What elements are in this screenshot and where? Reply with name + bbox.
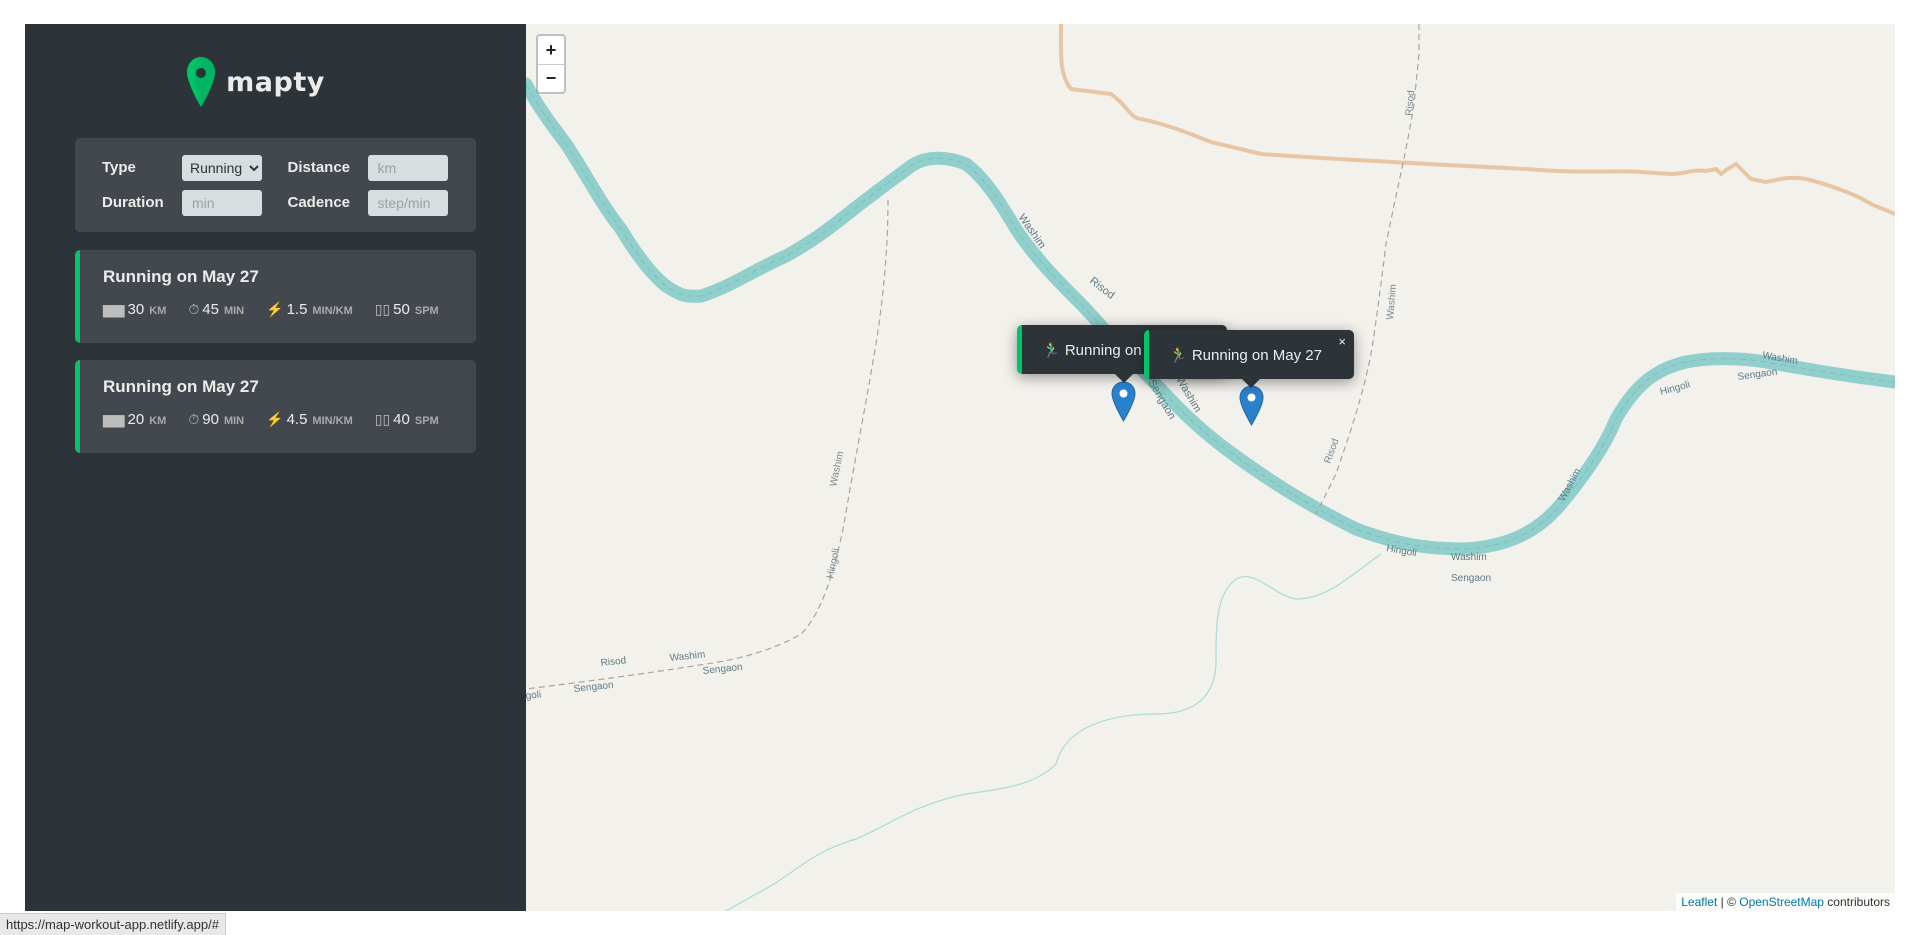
distance-value: 30 <box>127 301 145 318</box>
workout-card[interactable]: Running on May 27 ▆▆ 30 km ⏱ 45 min ⚡ 1.… <box>75 250 476 343</box>
workout-title: Running on May 27 <box>103 267 259 286</box>
cadence-unit: spm <box>414 415 439 427</box>
pace-value: 1.5 <box>286 301 308 318</box>
workout-card[interactable]: Running on May 27 ▆▆ 20 km ⏱ 90 min ⚡ 4.… <box>75 360 476 453</box>
type-select[interactable]: Running Cycling <box>182 154 262 181</box>
popup-text: 🏃‍♂️ Running on May 27 <box>1169 346 1322 364</box>
map-label-sengaon: Sengaon <box>1451 573 1491 584</box>
app-container: mapty Type Running Cycling Distance Dura… <box>25 24 1895 911</box>
map-label-risod: Risod <box>600 655 627 669</box>
duration-value: 90 <box>202 411 219 428</box>
lightning-icon: ⚡ <box>266 301 284 317</box>
highway-washim <box>526 77 1895 556</box>
cadence-unit: spm <box>414 305 439 317</box>
type-label: Type <box>102 159 136 176</box>
cadence-value: 40 <box>393 411 410 428</box>
map-label-hingoli: goli <box>526 689 542 702</box>
pace-value: 4.5 <box>286 411 308 428</box>
status-bar-url: https://map-workout-app.netlify.app/# <box>0 913 226 935</box>
workout-pace: ⚡ 1.5 min/km <box>266 301 353 318</box>
workout-popup[interactable]: 🏃‍♂️ Running on May 27 × <box>1144 330 1354 379</box>
map-label-washim: Washim <box>669 649 706 664</box>
duration-label: Duration <box>102 194 164 211</box>
workout-duration: ⏱ 90 min <box>188 411 244 428</box>
duration-unit: min <box>223 415 245 427</box>
stream <box>725 553 1382 911</box>
map-pin-logo-icon <box>187 57 216 107</box>
footprints-icon: ▯▯ <box>374 301 391 317</box>
duration-input[interactable] <box>182 189 262 216</box>
logo-text: mapty <box>226 66 325 98</box>
workout-cadence: ▯▯ 40 spm <box>375 411 439 428</box>
map-label-washim: Washim <box>828 450 846 487</box>
form-row-duration: Duration <box>102 189 264 216</box>
workout-duration: ⏱ 45 min <box>188 301 244 318</box>
map-label-sengaon: Sengaon <box>1737 367 1778 383</box>
duration-unit: min <box>223 305 245 317</box>
pace-unit: min/km <box>312 305 353 317</box>
distance-value: 20 <box>127 411 145 428</box>
leaflet-link[interactable]: Leaflet <box>1681 895 1717 909</box>
zoom-control: + − <box>536 34 566 94</box>
running-icon: ▆▆ <box>103 301 125 317</box>
form-row-distance: Distance <box>288 154 450 181</box>
distance-label: Distance <box>287 159 351 176</box>
border-line <box>1058 24 1895 216</box>
distance-input[interactable] <box>367 154 448 181</box>
map-attribution: Leaflet | © OpenStreetMap contributors <box>1676 893 1895 911</box>
popup-tip <box>1115 374 1133 383</box>
map-marker-icon[interactable] <box>1111 381 1136 422</box>
map-label-hingoli: Hingoli <box>1659 379 1691 398</box>
distance-unit: km <box>149 305 167 317</box>
sidebar: mapty Type Running Cycling Distance Dura… <box>25 24 526 911</box>
road-hingoli <box>526 199 889 690</box>
cadence-input[interactable] <box>367 189 448 216</box>
workout-distance: ▆▆ 20 km <box>103 411 166 428</box>
running-icon: ▆▆ <box>103 411 125 427</box>
footprints-icon: ▯▯ <box>374 411 391 427</box>
popup-close-button[interactable]: × <box>1338 334 1346 349</box>
zoom-out-button[interactable]: − <box>538 64 564 92</box>
cadence-value: 50 <box>393 301 410 318</box>
map[interactable]: Washim Risod Sengaon Washim Risod Washim… <box>526 24 1895 911</box>
form-row-cadence: Cadence <box>288 189 450 216</box>
distance-unit: km <box>149 415 167 427</box>
lightning-icon: ⚡ <box>266 411 284 427</box>
cadence-label: Cadence <box>287 194 351 211</box>
map-marker-icon[interactable] <box>1239 385 1264 426</box>
workout-title: Running on May 27 <box>103 377 259 396</box>
attribution-separator: | © <box>1717 895 1740 909</box>
workout-pace: ⚡ 4.5 min/km <box>266 411 353 428</box>
map-label-washim: Washim <box>1451 552 1487 563</box>
osm-link[interactable]: OpenStreetMap <box>1739 895 1824 909</box>
logo: mapty <box>35 52 476 112</box>
pace-unit: min/km <box>312 415 353 427</box>
map-label-risod: Risod <box>1322 437 1341 465</box>
workout-cadence: ▯▯ 50 spm <box>375 301 439 318</box>
stopwatch-icon: ⏱ <box>188 411 200 427</box>
map-tiles: Washim Risod Sengaon Washim Risod Washim… <box>526 24 1895 911</box>
duration-value: 45 <box>202 301 219 318</box>
map-label-washim: Washim <box>1385 284 1399 321</box>
form-row-type: Type Running Cycling <box>102 154 264 181</box>
workout-form: Type Running Cycling Distance Duration C… <box>75 138 476 232</box>
popup-tip <box>1242 379 1260 388</box>
workout-details: ▆▆ 20 km ⏱ 90 min ⚡ 4.5 min/km ▯▯ 40 <box>103 411 453 428</box>
stopwatch-icon: ⏱ <box>188 301 200 317</box>
map-label-hingoli: Hingoli <box>825 547 842 579</box>
map-label-risod: Risod <box>1404 90 1417 116</box>
map-label-risod: Risod <box>1087 275 1117 302</box>
workout-distance: ▆▆ 30 km <box>103 301 166 318</box>
workout-details: ▆▆ 30 km ⏱ 45 min ⚡ 1.5 min/km ▯▯ 50 <box>103 301 453 318</box>
attribution-contributors: contributors <box>1823 895 1890 909</box>
zoom-in-button[interactable]: + <box>538 36 564 64</box>
